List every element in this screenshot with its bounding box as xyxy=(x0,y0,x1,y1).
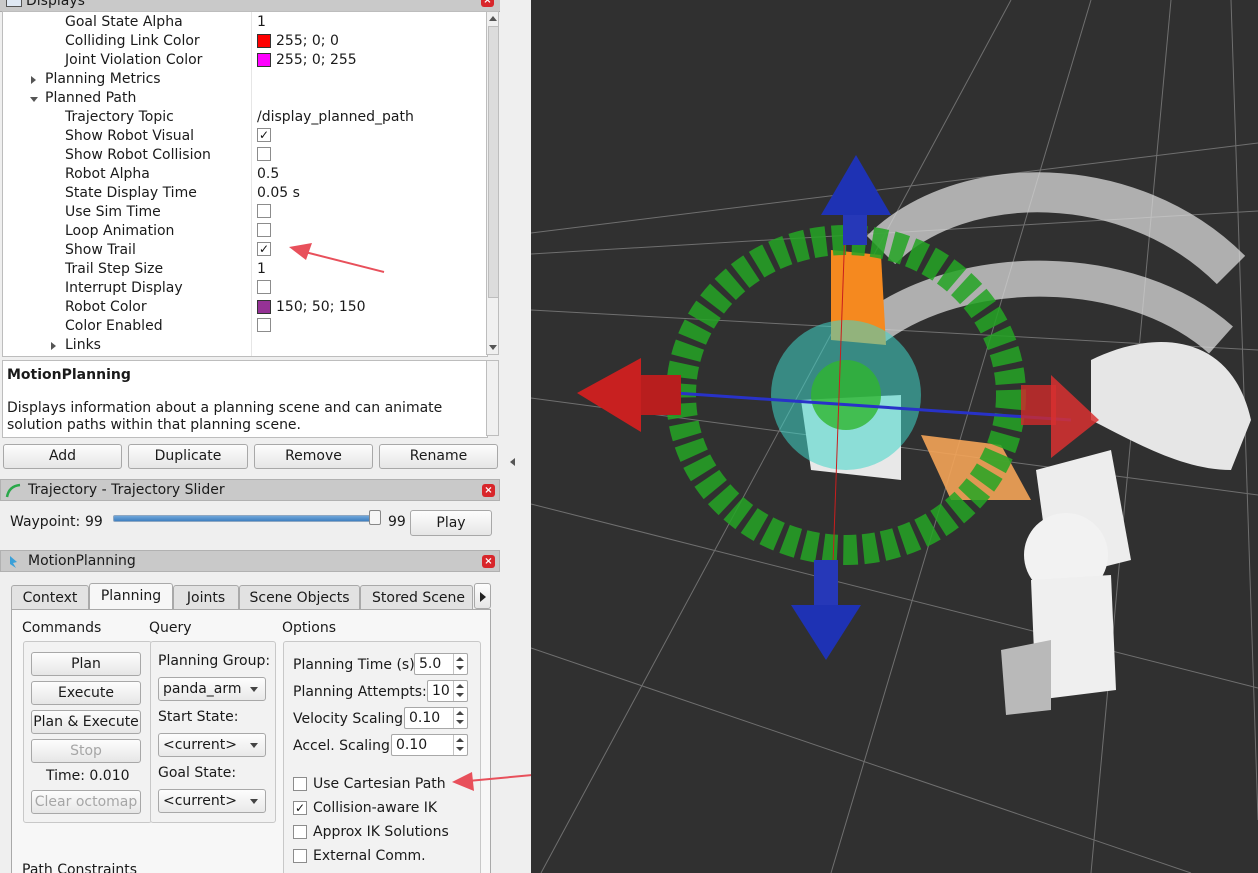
trajectory-trail xyxy=(859,172,1246,354)
robot-scene[interactable] xyxy=(531,0,1258,873)
axis-arrow-down[interactable] xyxy=(791,560,861,660)
annotation-arrows xyxy=(289,243,577,791)
axis-arrow-right[interactable] xyxy=(1021,375,1099,458)
axis-arrow-left[interactable] xyxy=(577,358,681,432)
annotation-arrow-show-trail xyxy=(289,243,385,273)
rviz-3d-viewport[interactable] xyxy=(531,0,1258,873)
